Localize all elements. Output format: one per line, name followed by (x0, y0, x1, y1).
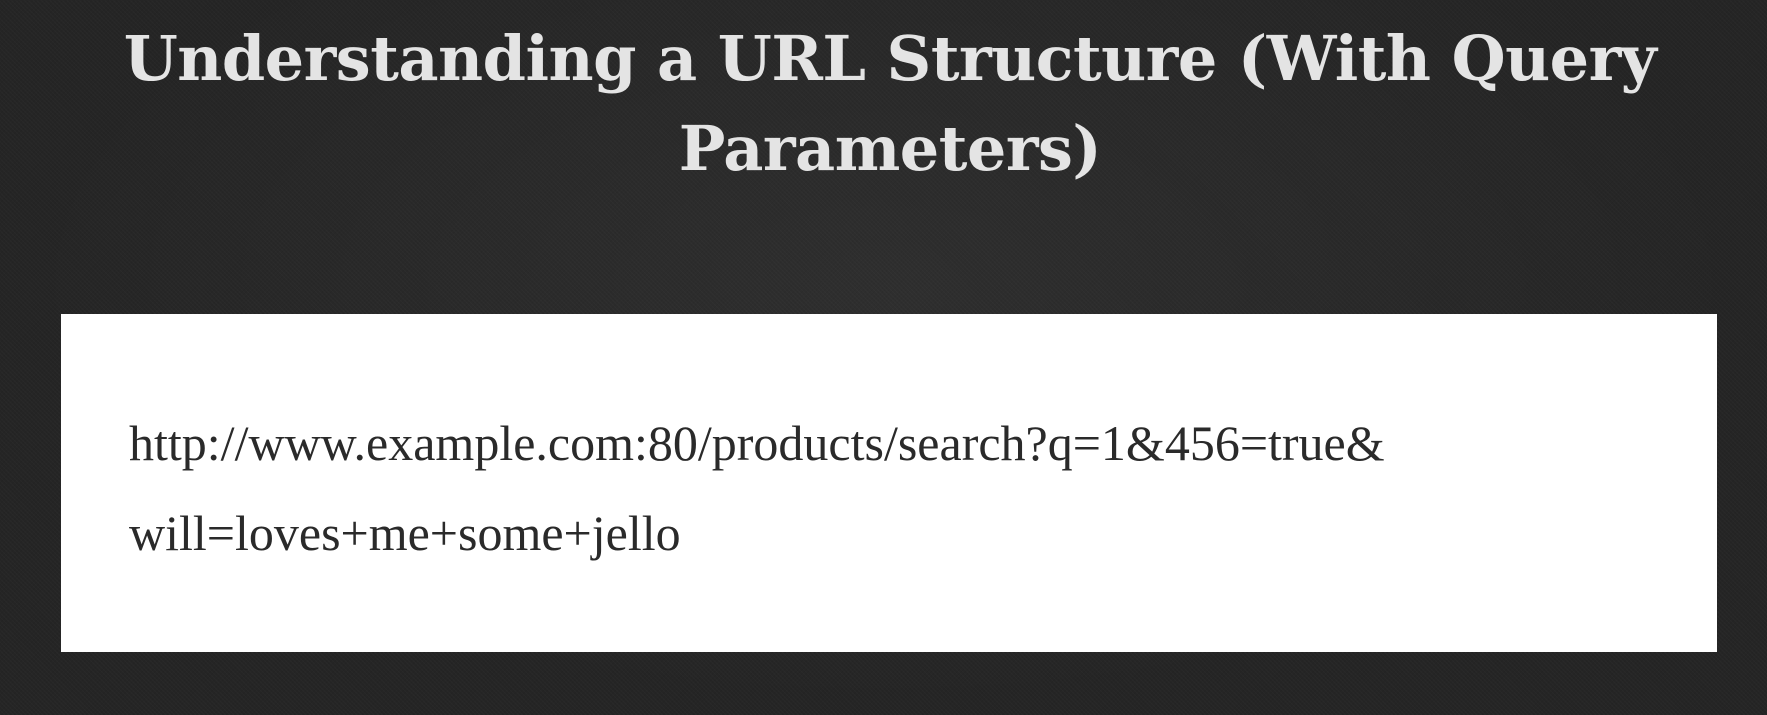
url-example-panel: http://www.example.com:80/products/searc… (61, 314, 1717, 652)
example-url-line-2: will=loves+me+some+jello (129, 505, 681, 561)
example-url: http://www.example.com:80/products/searc… (129, 398, 1693, 578)
example-url-line-1: http://www.example.com:80/products/searc… (129, 415, 1385, 471)
slide-title: Understanding a URL Structure (With Quer… (123, 22, 1657, 185)
